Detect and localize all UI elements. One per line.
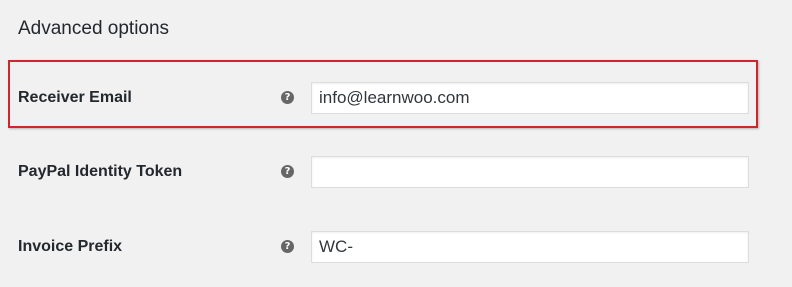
receiver-email-label: Receiver Email [18,89,132,106]
question-circle-icon[interactable]: ? [281,240,294,253]
paypal-identity-token-row: PayPal Identity Token ? [0,152,792,192]
receiver-email-row: Receiver Email ? [0,78,792,118]
section-title: Advanced options [18,18,170,39]
invoice-prefix-label: Invoice Prefix [18,238,123,255]
question-circle-icon[interactable]: ? [281,165,294,178]
invoice-prefix-row: Invoice Prefix ? [0,227,792,267]
question-circle-icon[interactable]: ? [281,91,294,104]
paypal-identity-token-input[interactable] [311,156,749,188]
receiver-email-input[interactable] [311,82,749,114]
paypal-identity-token-label: PayPal Identity Token [18,163,183,180]
invoice-prefix-input[interactable] [311,231,749,263]
